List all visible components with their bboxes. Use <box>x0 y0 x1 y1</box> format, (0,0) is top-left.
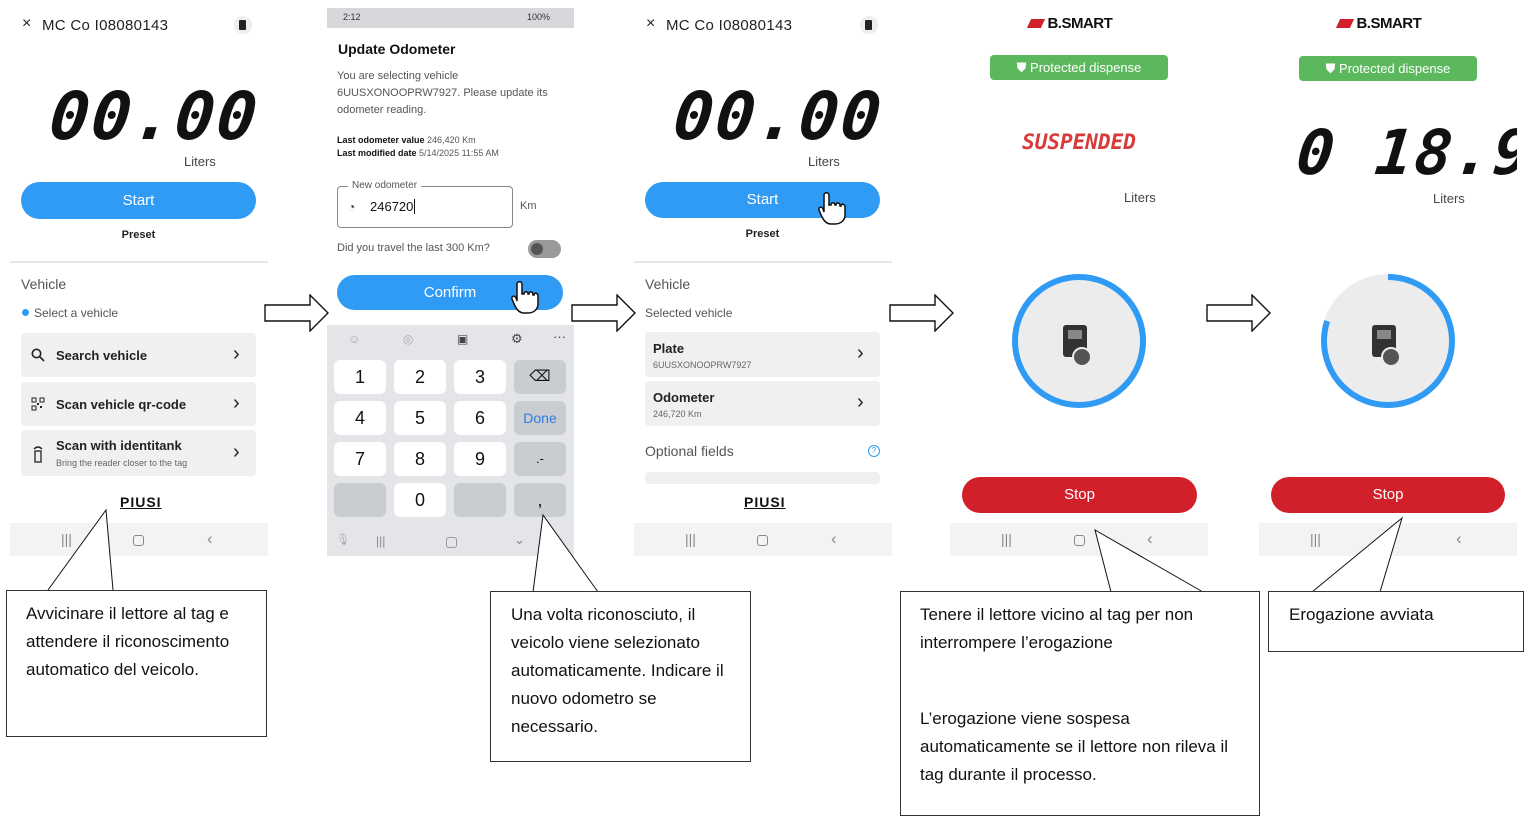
callout-keep-reader-close: Tenere il lettore vicino al tag per non … <box>900 591 1260 816</box>
callout-suspend-text: L’erogazione viene sospesa automaticamen… <box>920 709 1229 784</box>
callout-dispense-started: Erogazione avviata <box>1268 591 1524 652</box>
callout-odometer-hint: Una volta riconosciuto, il veicolo viene… <box>490 591 751 762</box>
callout-keep-reader-text: Tenere il lettore vicino al tag per non … <box>920 605 1194 652</box>
callout-reader-hint: Avvicinare il lettore al tag e attendere… <box>6 590 267 737</box>
